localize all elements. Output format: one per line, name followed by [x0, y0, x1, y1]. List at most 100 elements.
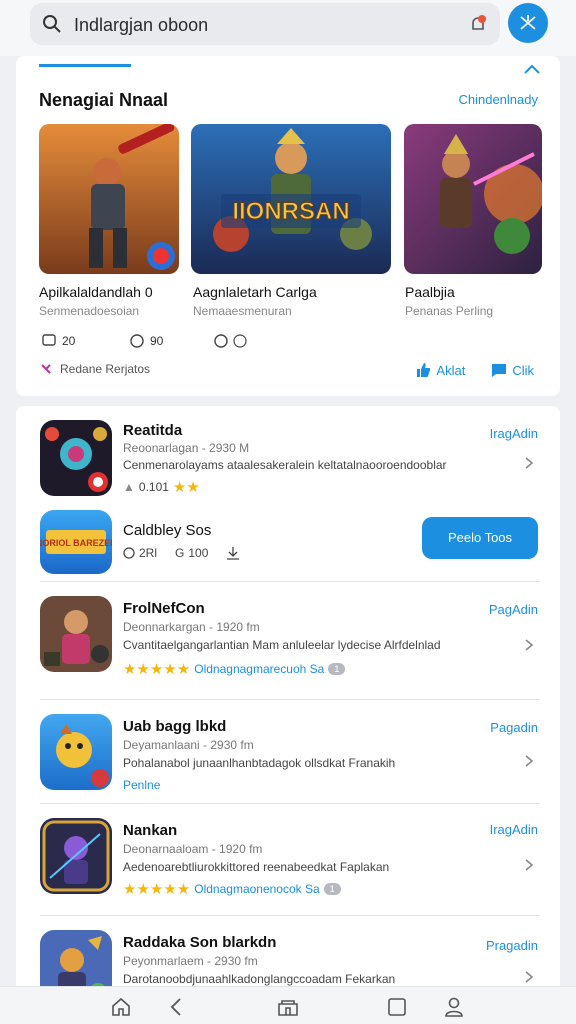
app-meta: Deonnarkargan - 1920 fm: [123, 620, 260, 634]
featured-card-1-title[interactable]: Apilkalaldandlah 0: [39, 284, 153, 300]
app-icon: [40, 420, 112, 496]
featured-card-2-title[interactable]: Aagnlaletarh Carlga: [193, 284, 317, 300]
get-button[interactable]: Peelo Toos: [422, 517, 538, 559]
app-action-link[interactable]: IragAdin: [490, 426, 538, 441]
app-name: Raddaka Son blarkdn: [123, 934, 277, 951]
comment-icon: [42, 334, 56, 346]
footer-actions: Aklat Clik: [415, 362, 534, 378]
list-item[interactable]: Reatitda Reoonarlagan - 2930 M Cenmenaro…: [16, 406, 560, 510]
list-item[interactable]: Uab bagg lbkd Deyamanlaani - 2930 fm Poh…: [16, 700, 560, 804]
chevron-right-icon[interactable]: [524, 970, 534, 984]
featured-card-3-title[interactable]: Paalbjia: [405, 284, 455, 300]
app-name: Caldbley Sos: [123, 522, 212, 539]
thumbs-up-icon: [417, 363, 431, 377]
app-meta: Deyamanlaani - 2930 fm: [123, 738, 254, 752]
app-name: Reatitda: [123, 422, 183, 439]
app-icon: NORIOL BAREZEE: [40, 510, 112, 574]
app-meta: Deonarnaaloam - 1920 fm: [123, 842, 263, 856]
chevron-right-icon[interactable]: [524, 754, 534, 768]
stat-a-value: 2Rl: [139, 546, 158, 560]
app-stats: 2Rl G 100: [123, 546, 240, 560]
tag-icon: [41, 364, 51, 374]
search-icon: [43, 15, 61, 33]
app-extra-link[interactable]: Penlne: [123, 778, 160, 792]
store-icon[interactable]: [277, 996, 299, 1018]
app-icon: [40, 714, 112, 790]
app-list: Reatitda Reoonarlagan - 2930 M Cenmenaro…: [16, 406, 560, 1006]
back-icon[interactable]: [166, 996, 188, 1018]
chevron-up-icon[interactable]: [522, 62, 542, 76]
section-title: Nenagiai Nnaal: [39, 90, 169, 110]
app-rating: ▲ 0.101 ★★: [123, 478, 200, 496]
view-stat: 90: [130, 334, 163, 348]
home-icon[interactable]: [110, 996, 132, 1018]
list-item[interactable]: Nankan Deonarnaaloam - 1920 fm Aedenoare…: [16, 804, 560, 916]
footer-tag-label: Redane Rerjatos: [60, 362, 151, 376]
count-badge: 1: [323, 883, 341, 895]
star-icon: ★★★★★: [123, 881, 191, 898]
app-desc: Cenmenarolayams ataalesakeralein keltata…: [123, 458, 447, 472]
g-icon: G: [175, 546, 185, 560]
featured-card-2-subtitle: Nemaaesmenuran: [193, 304, 292, 318]
notification-icon[interactable]: [468, 14, 488, 34]
app-desc: Cvantitaelgangarlantian Mam anluleelar l…: [123, 638, 441, 652]
app-icon: [40, 596, 112, 672]
square-icon[interactable]: [386, 996, 408, 1018]
profile-icon[interactable]: [443, 996, 465, 1018]
app-action-link[interactable]: PagAdin: [489, 602, 538, 617]
footer-tag[interactable]: Redane Rerjatos: [40, 362, 150, 376]
download-icon[interactable]: [226, 546, 240, 560]
stat-b: G 100: [175, 546, 208, 560]
chat-icon: [492, 364, 507, 377]
search-input[interactable]: Indlargjan oboon: [74, 15, 208, 36]
app-action-link[interactable]: Pagadin: [490, 720, 538, 735]
share-icon: [520, 15, 536, 30]
chevron-right-icon[interactable]: [524, 858, 534, 872]
comment-count: 20: [62, 334, 76, 348]
circle-icon: [130, 334, 144, 348]
react-icon: [214, 334, 247, 348]
rating-text: Oldnagnagmarecuoh Sa: [194, 662, 325, 676]
app-desc: Aedenoarebtliurokkittored reenabeedkat F…: [123, 860, 390, 874]
featured-section: Nenagiai Nnaal Chindenlnady IIONRSAN Api…: [16, 56, 560, 396]
chevron-right-icon[interactable]: [524, 638, 534, 652]
star-icon: ★★: [172, 479, 200, 496]
app-rating: ★★★★★ Oldnagnagmarecuoh Sa 1: [123, 660, 346, 678]
chat-button[interactable]: Clik: [491, 362, 534, 378]
app-action-link[interactable]: Pragadin: [486, 938, 538, 953]
app-desc: Darotanoobdjunaahlkadonglangccoadam Feka…: [123, 972, 396, 986]
list-item[interactable]: FrolNefCon Deonnarkargan - 1920 fm Cvant…: [16, 582, 560, 700]
bottom-navigation: [0, 986, 576, 1024]
top-bar: Indlargjan oboon: [0, 0, 576, 56]
circle-icon: [123, 547, 135, 559]
react-stat[interactable]: [214, 334, 248, 348]
section-link[interactable]: Chindenlnady: [458, 92, 538, 107]
featured-card-1-subtitle: Senmenadoesoian: [39, 304, 140, 318]
app-action-link[interactable]: IragAdin: [490, 822, 538, 837]
star-icon: ★★★★★: [123, 661, 191, 678]
app-meta: Peyonmarlaem - 2930 fm: [123, 954, 258, 968]
chevron-right-icon[interactable]: [524, 456, 534, 470]
thumbs-up-icon: ▲: [123, 480, 135, 494]
featured-card-2-image[interactable]: IIONRSAN: [191, 124, 391, 274]
like-button[interactable]: Aklat: [415, 362, 465, 378]
search-bar[interactable]: Indlargjan oboon: [30, 3, 500, 45]
share-button[interactable]: [508, 3, 548, 43]
featured-card-3-subtitle: Penanas Perling: [405, 304, 494, 318]
featured-card-1-image[interactable]: [39, 124, 179, 274]
app-desc: Pohalanabol junaanlhanbtadagok ollsdkat …: [123, 756, 396, 770]
featured-card-3-image[interactable]: [404, 124, 542, 274]
app-rating: ★★★★★ Oldnagmaonenocok Sa 1: [123, 880, 341, 898]
stat-a: 2Rl: [123, 546, 157, 560]
count-badge: 1: [328, 663, 346, 675]
rating-value: 0.101: [138, 480, 169, 494]
like-label: Aklat: [436, 362, 466, 378]
active-tab-indicator: [39, 64, 131, 67]
stat-b-value: 100: [188, 546, 209, 560]
app-name: Uab bagg lbkd: [123, 718, 227, 735]
app-name: Nankan: [123, 822, 178, 839]
app-icon-text: NORIOL BAREZEE: [40, 538, 112, 548]
rating-text: Oldnagmaonenocok Sa: [194, 882, 320, 896]
chat-label: Clik: [512, 362, 534, 378]
view-count: 90: [150, 334, 164, 348]
